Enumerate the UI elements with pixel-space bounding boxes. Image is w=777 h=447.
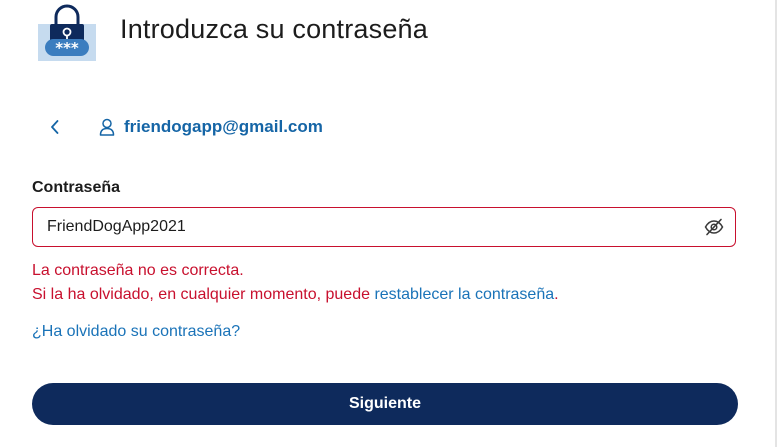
error-line-2-end: .	[554, 286, 559, 303]
password-field	[32, 207, 736, 247]
page-title: Introduzca su contraseña	[120, 14, 428, 44]
forgot-password-link[interactable]: ¿Ha olvidado su contraseña?	[32, 323, 240, 341]
account-email: friendogapp@gmail.com	[124, 117, 323, 136]
eye-slash-icon	[704, 218, 724, 236]
account-row: friendogapp@gmail.com	[40, 112, 323, 142]
padlock-password-icon: ***	[38, 4, 96, 61]
logo-asterisks: ***	[55, 39, 79, 57]
error-line-2-text: Si la ha olvidado, en cualquier momento,…	[32, 286, 375, 303]
error-line-2: Si la ha olvidado, en cualquier momento,…	[32, 283, 559, 307]
user-outline-icon	[98, 117, 116, 137]
reset-password-link[interactable]: restablecer la contraseña	[374, 286, 554, 303]
show-password-toggle[interactable]	[703, 217, 725, 237]
chevron-left-icon	[51, 120, 59, 134]
next-button[interactable]: Siguiente	[32, 383, 738, 425]
header: ***	[37, 4, 97, 62]
back-button[interactable]	[40, 112, 70, 142]
error-line-1: La contraseña no es correcta.	[32, 262, 244, 279]
password-page: *** Introduzca su contraseña friendogapp…	[0, 0, 777, 447]
error-message: La contraseña no es correcta. Si la ha o…	[32, 259, 559, 307]
password-input[interactable]	[33, 208, 693, 246]
password-label: Contraseña	[32, 179, 121, 196]
